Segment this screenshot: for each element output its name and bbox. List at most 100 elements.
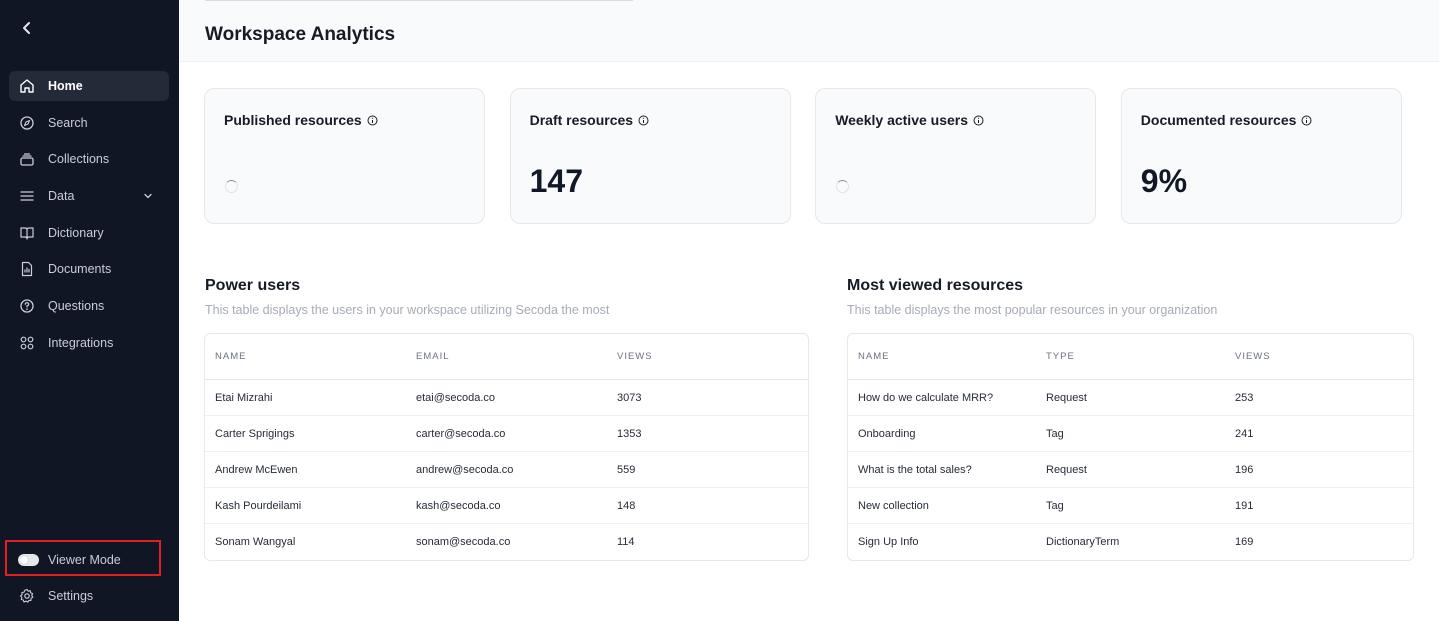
header-divider [205,0,633,1]
stat-title: Weekly active users [835,112,984,128]
most-viewed-title: Most viewed resources [847,277,1024,294]
table-row[interactable]: New collection Tag 191 [848,488,1413,524]
stat-title-text: Published resources [224,112,362,128]
home-icon [18,78,35,95]
cell-email: sonam@secoda.co [416,536,511,548]
table-row[interactable]: Etai Mizrahi etai@secoda.co 3073 [205,380,808,416]
cell-name: Carter Sprigings [215,427,295,440]
cell-name: Sign Up Info [858,536,919,548]
page-title: Workspace Analytics [205,24,396,45]
sidebar-item-search[interactable]: Search [9,108,169,138]
book-icon [18,224,35,241]
cell-name: Kash Pourdeilami [215,499,302,512]
info-icon[interactable] [1301,115,1312,126]
list-icon [18,188,35,205]
sidebar-item-documents[interactable]: Documents [9,254,169,284]
info-icon[interactable] [367,115,378,126]
column-header-email[interactable]: EMAIL [406,351,607,362]
stat-title: Draft resources [530,112,650,128]
grid-icon [18,334,35,351]
stat-card-weekly-active: Weekly active users [815,88,1097,224]
stat-title-text: Documented resources [1140,112,1297,128]
chevron-left-icon [23,22,30,34]
sidebar-item-label: Integrations [48,335,114,350]
cell-email: carter@secoda.co [416,427,506,440]
collapse-sidebar-button[interactable] [16,17,38,39]
power-users-subtitle: This table displays the users in your wo… [205,303,610,317]
cell-views: 253 [1235,391,1254,404]
sidebar-item-questions[interactable]: Questions [9,291,169,321]
cell-views: 196 [1235,463,1254,476]
settings-row: Settings [9,581,169,618]
cell-views: 241 [1235,427,1254,440]
stat-title-text: Draft resources [529,112,634,128]
cell-name: Onboarding [858,427,916,440]
cell-views: 3073 [617,391,642,404]
page-header: Workspace Analytics [179,0,1439,62]
column-header-views[interactable]: VIEWS [1225,351,1413,362]
info-icon[interactable] [638,115,649,126]
settings-label: Settings [48,589,94,603]
cell-name: How do we calculate MRR? [858,391,994,404]
sidebar-item-dictionary[interactable]: Dictionary [9,218,169,248]
table-row[interactable]: Kash Pourdeilami kash@secoda.co 148 [205,488,808,524]
annotation-highlight-box [5,540,161,576]
sidebar-item-label: Dictionary [48,225,104,240]
table-row[interactable]: Sign Up Info DictionaryTerm 169 [848,524,1413,560]
power-users-table: NAME EMAIL VIEWS Etai Mizrahi etai@secod… [204,333,809,561]
cell-views: 114 [617,536,635,548]
cell-type: Request [1046,391,1087,404]
sidebar-item-label: Documents [48,262,112,277]
table-row[interactable]: Andrew McEwen andrew@secoda.co 559 [205,452,808,488]
info-icon[interactable] [973,115,984,126]
stat-value: 147 [529,163,583,199]
sidebar-item-data[interactable]: Data [9,181,169,211]
column-header-views[interactable]: VIEWS [607,351,807,362]
table-row[interactable]: Carter Sprigings carter@secoda.co 1353 [205,416,808,452]
most-viewed-table: NAME TYPE VIEWS How do we calculate MRR?… [847,333,1414,561]
sidebar-item-label: Questions [48,299,105,314]
sidebar-item-label: Home [48,79,83,93]
cell-name: New collection [858,499,929,512]
cell-views: 559 [617,463,636,476]
gear-icon [18,588,35,605]
stat-card-documented: Documented resources 9% [1120,88,1402,224]
most-viewed-subtitle: This table displays the most popular res… [847,303,1218,317]
stat-value: 9% [1140,163,1188,199]
loading-spinner [836,180,850,193]
cell-email: andrew@secoda.co [416,463,514,476]
table-row[interactable]: Onboarding Tag 241 [848,416,1413,452]
cell-views: 148 [617,499,636,512]
question-icon [18,298,35,315]
stat-title: Documented resources [1141,112,1313,128]
cell-name: What is the total sales? [858,463,972,476]
sidebar-item-label: Search [48,115,88,130]
table-row[interactable]: How do we calculate MRR? Request 253 [848,380,1413,416]
cell-type: Tag [1046,499,1064,512]
stat-title-text: Weekly active users [835,112,969,128]
stat-card-draft: Draft resources 147 [509,88,791,224]
document-icon [18,261,35,278]
sidebar-item-settings[interactable]: Settings [9,581,169,611]
loading-spinner [225,180,238,193]
cell-name: Andrew McEwen [215,463,298,476]
cell-views: 191 [1235,499,1254,512]
cell-type: Tag [1046,427,1064,440]
sidebar-item-home[interactable]: Home [9,71,169,101]
compass-icon [18,114,35,131]
column-header-type[interactable]: TYPE [1036,351,1225,362]
table-row[interactable]: Sonam Wangyal sonam@secoda.co 114 [205,524,808,560]
stat-card-published: Published resources [204,88,485,224]
table-row[interactable]: What is the total sales? Request 196 [848,452,1413,488]
sidebar-item-label: Collections [48,152,110,167]
sidebar-item-integrations[interactable]: Integrations [9,328,169,358]
sidebar-item-collections[interactable]: Collections [9,144,169,174]
main-content: Workspace Analytics Published resources … [179,0,1439,621]
cell-email: kash@secoda.co [416,499,501,512]
chevron-down-icon[interactable] [141,189,155,203]
cell-name: Sonam Wangyal [215,536,296,548]
sidebar: Home Search Collections Data Dictionary … [0,0,179,621]
sidebar-nav: Home Search Collections Data Dictionary … [9,71,169,365]
column-header-name[interactable]: NAME [848,351,1036,362]
column-header-name[interactable]: NAME [205,351,406,362]
